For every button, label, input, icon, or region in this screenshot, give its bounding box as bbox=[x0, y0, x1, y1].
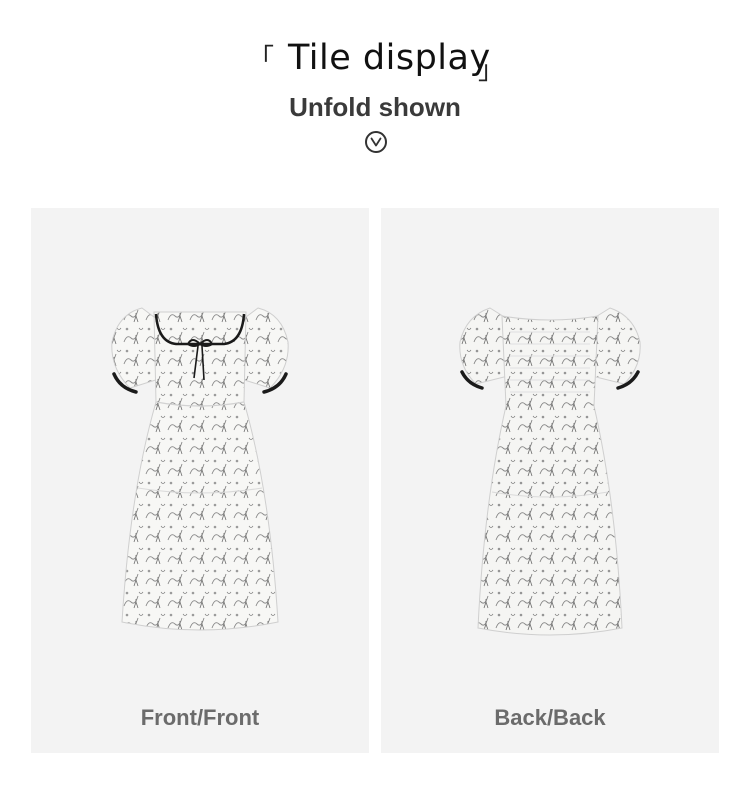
back-view-panel: Back/Back bbox=[381, 208, 719, 753]
page-subtitle: Unfold shown bbox=[289, 92, 461, 122]
front-caption: Front/Front bbox=[140, 705, 260, 730]
title-row: 「 Tile display 」 bbox=[0, 36, 750, 86]
page-title: Tile display bbox=[288, 38, 491, 78]
title-bracket-close: 」 bbox=[478, 56, 505, 86]
front-view-panel: Front/Front bbox=[31, 208, 369, 753]
back-caption: Back/Back bbox=[494, 705, 606, 730]
chevron-down-circle-icon[interactable] bbox=[365, 131, 387, 153]
chevron-down-icon bbox=[370, 137, 382, 147]
dress-front-image bbox=[111, 307, 289, 631]
title-bracket-open: 「 bbox=[248, 44, 275, 74]
dress-back-image bbox=[459, 307, 641, 636]
